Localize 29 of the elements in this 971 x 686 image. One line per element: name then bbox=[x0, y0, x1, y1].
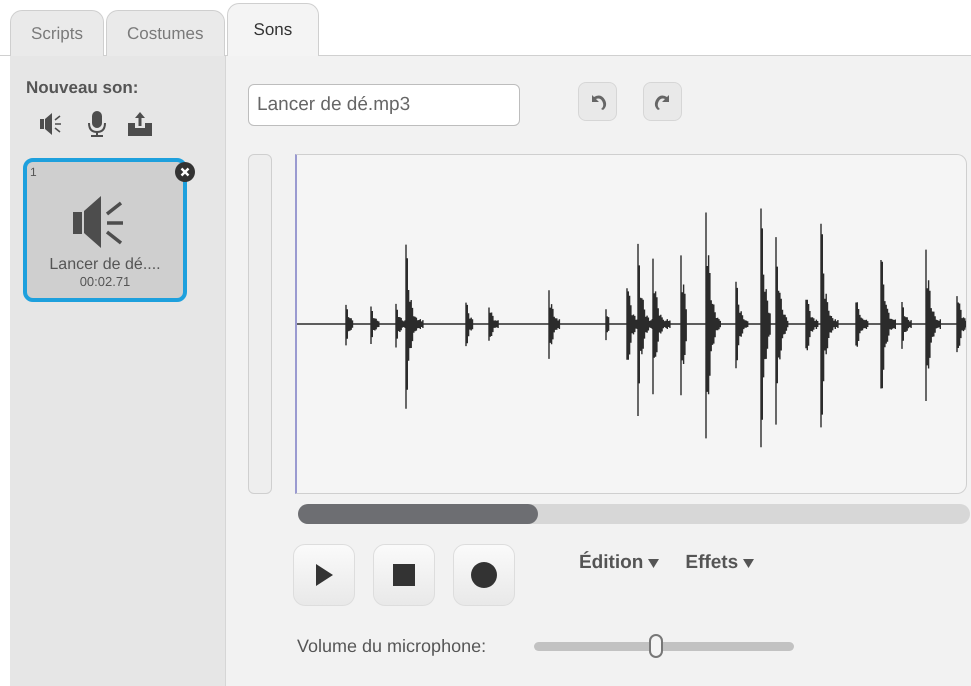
microphone-icon[interactable] bbox=[86, 110, 108, 138]
scrollbar-track[interactable] bbox=[298, 504, 970, 524]
sound-duration: 00:02.71 bbox=[80, 274, 130, 289]
upload-icon[interactable] bbox=[126, 111, 154, 137]
play-icon bbox=[314, 563, 334, 587]
sound-card[interactable]: 1 Lancer de dé.... 00:02.71 bbox=[23, 158, 187, 302]
new-sound-label: Nouveau son: bbox=[26, 78, 140, 98]
record-icon bbox=[471, 562, 497, 588]
play-button[interactable] bbox=[293, 544, 355, 606]
tab[interactable]: Sons bbox=[226, 3, 320, 56]
stop-button[interactable] bbox=[373, 544, 435, 606]
tab[interactable]: Scripts bbox=[10, 10, 104, 56]
microphone-volume-label: Volume du microphone: bbox=[297, 636, 486, 656]
undo-button[interactable] bbox=[578, 82, 617, 121]
record-button[interactable] bbox=[453, 544, 515, 606]
caret-icon bbox=[743, 558, 754, 568]
tab[interactable]: Costumes bbox=[106, 10, 224, 56]
redo-button[interactable] bbox=[643, 82, 682, 121]
caret-icon bbox=[648, 558, 660, 568]
menu-button[interactable]: Édition bbox=[579, 552, 660, 574]
sound-name: Lancer de dé.... bbox=[49, 256, 161, 274]
volume-slider[interactable] bbox=[534, 634, 794, 658]
menu-button[interactable]: Effets bbox=[685, 552, 754, 574]
volume-slider-thumb[interactable] bbox=[649, 634, 664, 658]
sound-name-field[interactable]: Lancer de dé.mp3 bbox=[248, 84, 520, 126]
sound-number: 1 bbox=[30, 165, 37, 179]
scrollbar-thumb[interactable] bbox=[298, 504, 538, 524]
delete-icon[interactable] bbox=[175, 162, 195, 182]
stop-icon bbox=[393, 564, 415, 586]
